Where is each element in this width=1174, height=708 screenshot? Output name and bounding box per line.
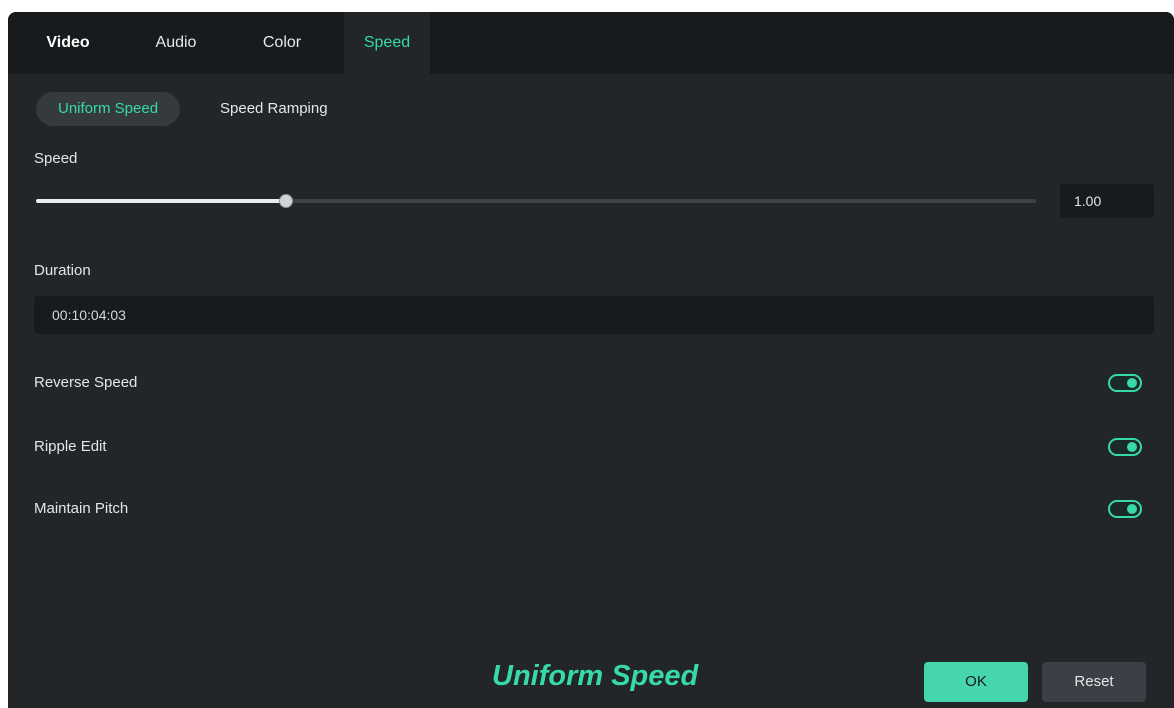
reverse-speed-label: Reverse Speed [34,374,138,391]
speed-slider-thumb[interactable] [279,194,293,208]
maintain-pitch-toggle[interactable] [1108,500,1142,518]
tab-video[interactable]: Video [30,12,106,74]
duration-field[interactable]: 00:10:04:03 [34,296,1154,334]
toggle-knob [1127,504,1137,514]
overlay-caption: Uniform Speed [492,660,699,692]
maintain-pitch-label: Maintain Pitch [34,500,129,517]
reset-button[interactable]: Reset [1042,662,1146,702]
speed-label: Speed [34,150,78,167]
ok-button[interactable]: OK [924,662,1028,702]
ripple-edit-label: Ripple Edit [34,438,107,455]
speed-value-input[interactable]: 1.00 [1060,184,1154,218]
subtab-uniform-speed[interactable]: Uniform Speed [36,92,181,126]
tab-audio[interactable]: Audio [138,12,214,74]
tab-color[interactable]: Color [244,12,320,74]
reverse-speed-toggle[interactable] [1108,374,1142,392]
tab-speed[interactable]: Speed [344,12,430,74]
toggle-knob [1127,442,1137,452]
speed-slider-fill [36,199,286,203]
subtab-speed-ramping[interactable]: Speed Ramping [220,92,328,126]
duration-label: Duration [34,262,91,279]
ripple-edit-toggle[interactable] [1108,438,1142,456]
tab-bar: Video Audio Color Speed [8,12,1174,74]
toggle-knob [1127,378,1137,388]
speed-panel: Video Audio Color Speed Uniform Speed Sp… [8,12,1174,708]
speed-slider[interactable] [36,194,1036,208]
